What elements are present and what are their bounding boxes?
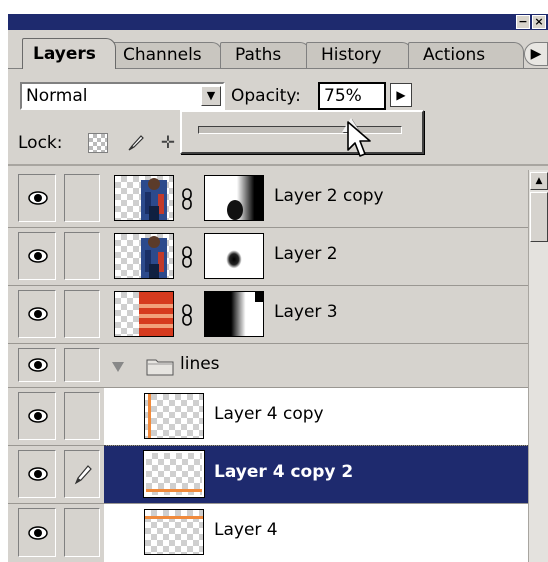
layer-content: Layer 4 copy	[104, 388, 528, 445]
eye-icon	[28, 467, 48, 481]
visibility-toggle[interactable]	[18, 348, 56, 382]
layer-content: Layer 4 copy 2	[104, 446, 528, 503]
group-name[interactable]: lines	[180, 354, 220, 374]
layer-mask-thumbnail[interactable]	[204, 291, 264, 337]
layer-content: lines	[104, 344, 528, 387]
layer-group-row[interactable]: lines	[8, 344, 528, 388]
scroll-up-arrow-icon[interactable]: ▲	[530, 172, 548, 190]
tab-actions[interactable]: Actions	[408, 42, 524, 68]
chain-link-icon[interactable]	[181, 304, 193, 326]
opacity-label: Opacity:	[231, 86, 301, 106]
layer-name[interactable]: Layer 3	[274, 302, 338, 322]
layer-row-selected[interactable]: Layer 4 copy 2	[8, 445, 528, 504]
layer-mask-thumbnail[interactable]	[204, 233, 264, 279]
layer-thumbnail[interactable]	[114, 233, 174, 279]
layer-name[interactable]: Layer 4 copy 2	[214, 462, 353, 482]
layer-list: Layer 2 copy Layer 2 Layer 3 lines Layer…	[8, 170, 528, 562]
layer-row[interactable]: Layer 3	[8, 286, 528, 344]
chain-link-icon[interactable]	[181, 246, 193, 268]
layer-list-scrollbar[interactable]: ▲	[528, 170, 548, 562]
link-toggle[interactable]	[64, 174, 100, 222]
opacity-input[interactable]: 75%	[318, 82, 386, 110]
layer-thumbnail[interactable]	[114, 291, 174, 337]
layer-name[interactable]: Layer 4	[214, 520, 278, 540]
lock-label: Lock:	[18, 133, 63, 153]
layer-row[interactable]: Layer 4 copy	[8, 388, 528, 446]
visibility-toggle[interactable]	[18, 450, 56, 498]
eye-icon	[28, 358, 48, 372]
layer-thumbnail[interactable]	[114, 175, 174, 221]
tab-channels[interactable]: Channels	[108, 42, 222, 68]
eye-icon	[28, 191, 48, 205]
link-toggle[interactable]	[64, 348, 100, 382]
layer-name[interactable]: Layer 2 copy	[274, 186, 384, 206]
minimize-icon[interactable]: −	[516, 15, 530, 29]
selection-dotted-top	[104, 445, 528, 446]
layer-thumbnail[interactable]	[144, 509, 204, 555]
lock-divider	[8, 164, 548, 166]
layer-content: Layer 4	[104, 504, 528, 562]
scroll-thumb[interactable]	[530, 192, 548, 242]
visibility-toggle[interactable]	[18, 508, 56, 557]
layer-row[interactable]: Layer 2	[8, 228, 528, 286]
layers-panel: Layers Channels Paths History Actions ▶ …	[8, 30, 548, 562]
blend-mode-select[interactable]: Normal ▼	[20, 82, 225, 110]
checkerboard-lock-icon[interactable]	[88, 133, 108, 153]
expand-triangle-icon[interactable]	[112, 362, 124, 372]
layer-mask-thumbnail[interactable]	[204, 175, 264, 221]
opacity-popup-arrow-icon[interactable]: ▶	[390, 83, 412, 107]
close-icon[interactable]: ×	[532, 15, 546, 29]
layer-content: Layer 2 copy	[104, 170, 528, 227]
eye-icon	[28, 409, 48, 423]
layer-content: Layer 3	[104, 286, 528, 343]
visibility-toggle[interactable]	[18, 290, 56, 338]
layer-row[interactable]: Layer 2 copy	[8, 170, 528, 228]
tab-history[interactable]: History	[306, 42, 412, 68]
link-toggle[interactable]	[64, 508, 100, 557]
folder-icon	[146, 359, 174, 376]
link-toggle[interactable]	[64, 290, 100, 338]
tab-paths[interactable]: Paths	[220, 42, 310, 68]
layer-content: Layer 2	[104, 228, 528, 285]
visibility-toggle[interactable]	[18, 232, 56, 280]
move-lock-icon[interactable]: ✛	[158, 133, 178, 153]
active-layer-indicator[interactable]	[64, 450, 100, 498]
blend-mode-value: Normal	[26, 86, 88, 106]
link-toggle[interactable]	[64, 232, 100, 280]
panel-menu-icon[interactable]: ▶	[524, 42, 548, 66]
chain-link-icon[interactable]	[181, 188, 193, 210]
arrow-cursor-icon	[347, 121, 371, 157]
opacity-slider-popup[interactable]	[180, 110, 424, 154]
layer-name[interactable]: Layer 4 copy	[214, 404, 324, 424]
layer-thumbnail[interactable]	[143, 450, 205, 498]
panel-tabs: Layers Channels Paths History Actions ▶	[8, 38, 548, 69]
layer-thumbnail[interactable]	[144, 393, 204, 439]
visibility-toggle[interactable]	[18, 392, 56, 440]
paintbrush-lock-icon[interactable]	[126, 133, 146, 153]
link-toggle[interactable]	[64, 392, 100, 440]
visibility-toggle[interactable]	[18, 174, 56, 222]
paintbrush-icon	[74, 465, 92, 485]
layer-row[interactable]: Layer 4	[8, 504, 528, 562]
eye-icon	[28, 249, 48, 263]
eye-icon	[28, 307, 48, 321]
tab-layers[interactable]: Layers	[22, 38, 116, 69]
layer-name[interactable]: Layer 2	[274, 244, 338, 264]
eye-icon	[28, 525, 48, 540]
panel-titlebar: − ×	[8, 14, 548, 30]
chevron-down-icon[interactable]: ▼	[201, 86, 221, 106]
